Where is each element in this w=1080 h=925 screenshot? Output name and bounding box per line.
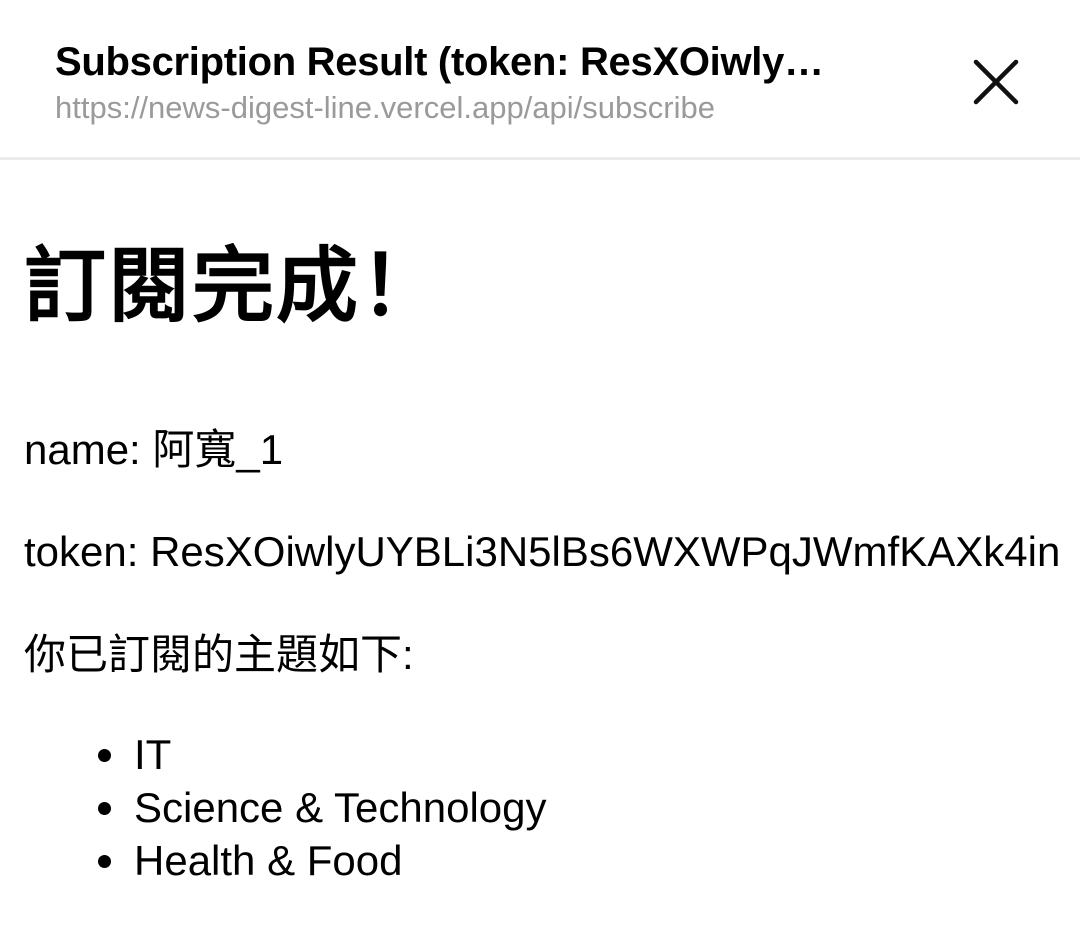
- browser-header: Subscription Result (token: ResXOiwly… h…: [0, 0, 1080, 160]
- name-line: name: 阿寬_1: [24, 426, 284, 473]
- page-title: Subscription Result (token: ResXOiwly…: [55, 40, 824, 84]
- page-url: https://news-digest-line.vercel.app/api/…: [55, 90, 715, 125]
- list-item: Science & Technology: [0, 781, 547, 834]
- subscription-complete-heading: 訂閱完成！: [24, 241, 445, 332]
- token-line: token: ResXOiwlyUYBLi3N5lBs6WXWPqJWmfKAX…: [24, 528, 1061, 575]
- topic-label: IT: [134, 731, 172, 778]
- close-icon: [973, 59, 1019, 105]
- list-item: Health & Food: [0, 834, 547, 887]
- page-content: 訂閱完成！ name: 阿寬_1 token: ResXOiwlyUYBLi3N…: [0, 160, 1080, 925]
- list-item: IT: [0, 728, 547, 781]
- topics-list: IT Science & Technology Health & Food: [0, 728, 547, 887]
- bullet-icon: [98, 749, 111, 762]
- bullet-icon: [98, 855, 111, 868]
- topics-label: 你已訂閱的主題如下:: [24, 631, 414, 678]
- bullet-icon: [98, 802, 111, 815]
- topic-label: Health & Food: [134, 837, 403, 884]
- close-button[interactable]: [958, 44, 1034, 120]
- topic-label: Science & Technology: [134, 784, 547, 831]
